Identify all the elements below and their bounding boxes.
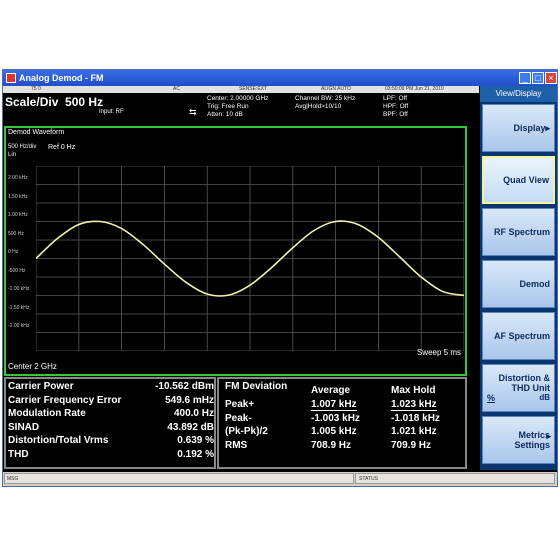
measurement-label: Distortion/Total Vrms xyxy=(8,435,109,446)
center-label: Center 2 GHz xyxy=(8,362,57,371)
channel-bw: Channel BW: 25 kHz xyxy=(295,95,356,102)
softkey-menu: View/Display Display ▸ Quad View RF Spect… xyxy=(480,86,557,470)
measurement-value: 0.192 % xyxy=(177,448,214,460)
fm-average-value: 1.005 kHz xyxy=(311,426,357,437)
window-title: Analog Demod - FM xyxy=(19,73,104,83)
analyzer-window: Analog Demod - FM _ □ × 75 0 AC SENSE:EX… xyxy=(2,69,558,487)
measurement-label: Carrier Power xyxy=(8,381,74,392)
status-line: 75 0 AC SENSE:EXT ALIGN AUTO 03:50:09 PM… xyxy=(3,86,479,93)
ref-value: Ref 0 Hz xyxy=(48,144,76,151)
bpf: BPF: Off xyxy=(383,111,408,118)
fm-row-label: Peak+ xyxy=(225,399,255,410)
status-bar: MSG STATUS xyxy=(3,472,557,486)
app-icon xyxy=(6,73,16,83)
panel-title: Demod Waveform xyxy=(8,129,65,136)
avg-hold: Avg|Hold>10/10 xyxy=(295,103,342,110)
quad-view-softkey[interactable]: Quad View xyxy=(482,156,555,204)
fm-row-label: (Pk-Pk)/2 xyxy=(225,426,268,437)
fm-title: FM Deviation xyxy=(225,381,288,392)
y-tick-label: 1.50 kHz xyxy=(8,193,28,200)
fm-max-value: 1.023 kHz xyxy=(391,399,437,411)
fm-row-label: Peak- xyxy=(225,412,252,424)
waveform-plot xyxy=(36,166,464,351)
y-tick-label: -500 Hz xyxy=(8,267,26,274)
y-tick-label: 500 Hz xyxy=(8,230,24,237)
sweep-time: Sweep 5 ms xyxy=(416,348,461,357)
measurement-value: 43.892 dB xyxy=(167,421,214,433)
fm-deviation-panel: FM Deviation Average Max Hold Peak+ 1.007… xyxy=(217,377,467,469)
fm-average-value: 708.9 Hz xyxy=(311,439,352,451)
measurement-label: SINAD xyxy=(8,421,40,433)
arrow-right-icon: ▸ xyxy=(545,122,550,133)
title-bar: Analog Demod - FM _ □ × xyxy=(3,70,557,86)
measurement-row: Carrier Frequency Error 549.6 mHz xyxy=(8,395,214,407)
measurement-row: THD 0.192 % xyxy=(8,449,214,461)
y-tick-label: -1.50 kHz xyxy=(8,304,30,311)
fm-average-value: 1.007 kHz xyxy=(311,399,357,411)
y-tick-label: 1.00 kHz xyxy=(8,212,28,218)
fm-row-label: RMS xyxy=(225,439,248,451)
scale-type: Lin xyxy=(8,152,17,158)
loop-icon: ⇆ xyxy=(189,107,197,117)
y-tick-label: 0 Hz xyxy=(8,249,19,255)
status-label: STATUS xyxy=(359,476,378,482)
measurement-value: -10.562 dBm xyxy=(155,381,214,392)
fm-max-value: -1.018 kHz xyxy=(391,412,440,424)
close-button[interactable]: × xyxy=(545,72,557,84)
datetime: 03:50:09 PM Jun 21, 2010 xyxy=(385,86,444,92)
units-per-div: 500 Hz/div xyxy=(8,144,37,150)
measurements-panel: Carrier Power -10.562 dBm Carrier Frequenc… xyxy=(4,377,216,469)
distortion-unit-softkey[interactable]: Distortion & THD Unit dB % xyxy=(482,364,555,412)
measurement-row: Carrier Power -10.562 dBm xyxy=(8,381,214,393)
af-spectrum-softkey[interactable]: AF Spectrum xyxy=(482,312,555,360)
col-average: Average xyxy=(311,385,351,396)
trigger: Trig: Free Run xyxy=(207,103,249,110)
scale-label: Scale/Div 500 Hz xyxy=(5,95,104,109)
maximize-button[interactable]: □ xyxy=(532,72,544,84)
col-max-hold: Max Hold xyxy=(391,385,436,396)
display-softkey[interactable]: Display ▸ xyxy=(482,104,555,152)
measurement-label: Carrier Frequency Error xyxy=(8,394,122,406)
measurement-value: 400.0 Hz xyxy=(173,408,214,419)
coupling: AC xyxy=(173,86,180,92)
center-freq: Center: 2.00000 GHz xyxy=(207,95,269,102)
measurement-label: THD xyxy=(8,448,29,460)
metrics-settings-softkey[interactable]: Metrics Settings ▸ xyxy=(482,416,555,464)
y-tick-label: -2.00 kHz xyxy=(8,323,30,329)
measurement-value: 0.639 % xyxy=(177,435,214,446)
ref-level: 75 0 xyxy=(31,86,41,92)
arrow-right-icon: ▸ xyxy=(546,431,551,441)
msg-label: MSG xyxy=(7,476,19,482)
sense: SENSE:EXT xyxy=(239,86,268,92)
fm-max-value: 1.021 kHz xyxy=(391,426,437,437)
settings-header: Scale/Div 500 Hz Input: RF ⇆ Center: 2.0… xyxy=(3,93,479,123)
demod-waveform-panel[interactable]: Demod Waveform 500 Hz/div Lin Ref 0 Hz 2… xyxy=(4,126,467,376)
measurement-label: Modulation Rate xyxy=(8,408,86,419)
measurement-row: Distortion/Total Vrms 0.639 % xyxy=(8,435,214,447)
minimize-button[interactable]: _ xyxy=(519,72,531,84)
y-tick-label: 2.00 kHz xyxy=(8,175,28,181)
align-status: ALIGN AUTO xyxy=(321,86,351,92)
fm-max-value: 709.9 Hz xyxy=(391,439,432,451)
y-tick-label: -1.00 kHz xyxy=(8,286,30,292)
attenuation: Atten: 10 dB xyxy=(207,111,243,118)
rf-spectrum-softkey[interactable]: RF Spectrum xyxy=(482,208,555,256)
measurement-row: Modulation Rate 400.0 Hz xyxy=(8,408,214,420)
input-label: Input: RF xyxy=(99,109,124,115)
menu-header: View/Display xyxy=(480,86,557,102)
fm-average-value: -1.003 kHz xyxy=(311,412,360,424)
measurement-row: SINAD 43.892 dB xyxy=(8,422,214,434)
demod-softkey[interactable]: Demod xyxy=(482,260,555,308)
lpf: LPF: Off xyxy=(383,95,408,102)
measurement-value: 549.6 mHz xyxy=(165,394,214,406)
hpf: HPF: Off xyxy=(383,103,409,110)
